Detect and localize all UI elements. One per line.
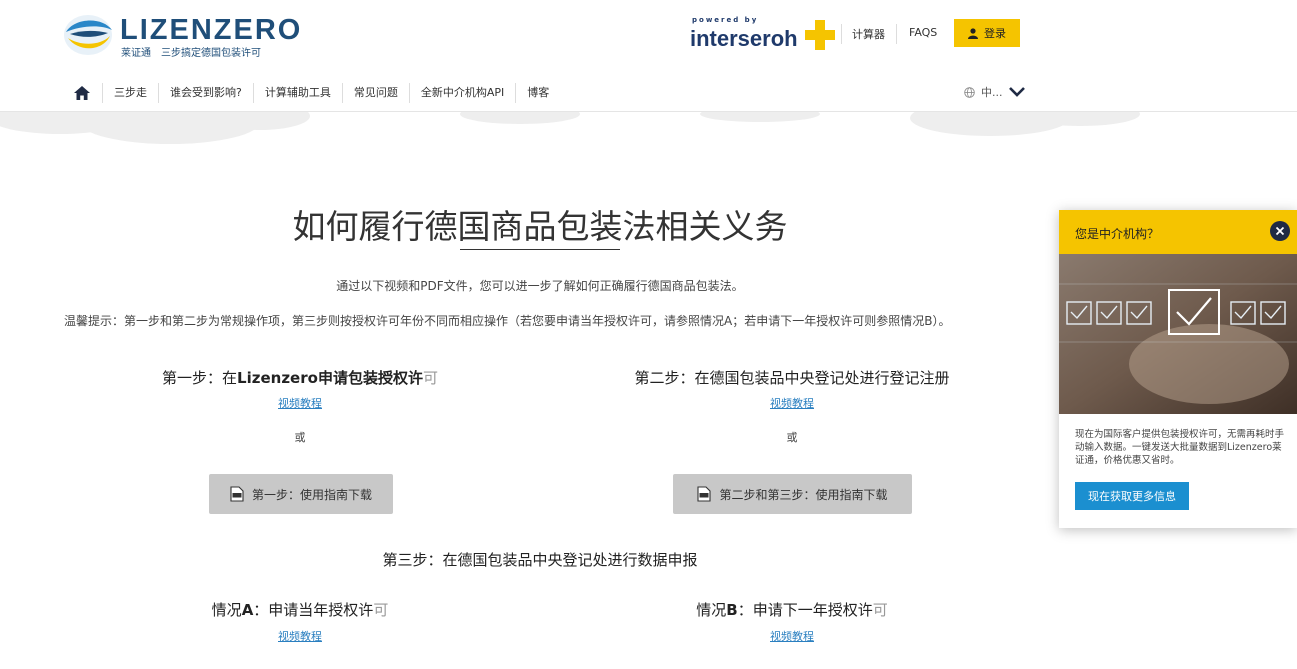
page-title: 如何履行德国商品包装法相关义务 [292, 207, 788, 246]
site-header: LIZENZERO 莱证通 三步搞定德国包装许可 powered by inte… [0, 0, 1297, 112]
step1-title-main: 申请包装授权许 [317, 369, 423, 387]
step1-download-label: 第一步：使用指南下载 [251, 487, 372, 502]
step3-title: 第三步：在德国包装品中央登记处进行数据申报 [382, 551, 698, 569]
checklist-tablet-image [1059, 254, 1297, 414]
case-a-tail: 可 [373, 601, 389, 619]
language-selector[interactable]: 中... [964, 84, 1025, 100]
plus-logo-icon [805, 20, 835, 50]
step2-or-text: 或 [786, 431, 798, 444]
globe-icon [964, 86, 975, 98]
main-nav: 三步走 谁会受到影响? 计算辅助工具 常见问题 全新中介机构API 博客 [62, 78, 560, 108]
powered-by-label: powered by [692, 16, 759, 24]
interseroh-logo[interactable]: powered by interseroh [690, 14, 840, 58]
case-a-video-link[interactable]: 视频教程 [250, 628, 350, 644]
user-icon [968, 27, 978, 39]
login-label: 登录 [984, 28, 1006, 40]
home-link[interactable] [62, 78, 102, 108]
step1-title: 第一步：在Lizenzero申请包装授权许可 [150, 367, 450, 388]
case-b-video-link[interactable]: 视频教程 [742, 628, 842, 644]
nav-item-broker-api[interactable]: 全新中介机构API [408, 83, 515, 103]
nav-item-calc-tools[interactable]: 计算辅助工具 [252, 83, 342, 103]
step2-video-link[interactable]: 视频教程 [742, 395, 842, 411]
step2-download-button[interactable]: 第二步和第三步：使用指南下载 [673, 474, 912, 514]
partner-name: interseroh [690, 26, 798, 51]
pdf-icon [230, 486, 244, 502]
step1-download-button[interactable]: 第一步：使用指南下载 [209, 474, 393, 514]
home-icon [74, 86, 90, 100]
case-a-prefix: 情况 [211, 601, 242, 619]
step2-title: 第二步：在德国包装品中央登记处进行登记注册 [634, 369, 950, 387]
step1-title-brand: Lizenzero [237, 369, 318, 387]
broker-popup: 您是中介机构？ 现在为国际客户提供包装授权许可，无需再耗时手动输入数据。一键发送… [1059, 210, 1297, 528]
case-a-main: ：申请当年授权许 [253, 601, 374, 619]
logo-mark-icon [64, 15, 112, 55]
faqs-link[interactable]: FAQS [909, 26, 937, 39]
case-a-title: 情况A：申请当年授权许可 [150, 599, 450, 620]
language-label: 中... [981, 86, 1003, 99]
logo-tagline: 莱证通 三步搞定德国包装许可 [121, 48, 261, 59]
nav-item-three-steps[interactable]: 三步走 [102, 83, 158, 103]
title-divider [460, 249, 620, 250]
lizenzero-logo[interactable]: LIZENZERO 莱证通 三步搞定德国包装许可 [62, 12, 300, 60]
pdf-icon [697, 486, 712, 502]
case-b-title: 情况B：申请下一年授权许可 [642, 599, 942, 620]
chevron-down-icon [1008, 87, 1025, 97]
popup-title: 您是中介机构？ [1075, 227, 1160, 241]
close-icon [1275, 226, 1285, 236]
tip-text: 温馨提示：第一步和第二步为常规操作项，第三步则按授权许可年份不同而相应操作（若您… [64, 314, 951, 328]
nav-item-who-affected[interactable]: 谁会受到影响? [158, 83, 253, 103]
get-more-info-button[interactable]: 现在获取更多信息 [1075, 482, 1189, 510]
top-divider [841, 24, 842, 44]
popup-text: 现在为国际客户提供包装授权许可，无需再耗时手动输入数据。一键发送大批量数据到Li… [1075, 429, 1285, 466]
logo-name: LIZENZERO [120, 14, 303, 46]
popup-header: 您是中介机构？ [1059, 210, 1297, 254]
step1-title-prefix: 第一步：在 [162, 369, 238, 387]
case-b-prefix: 情况 [696, 601, 727, 619]
calculator-link[interactable]: 计算器 [852, 26, 885, 42]
case-b-letter: B [726, 601, 738, 619]
case-b-main: ：申请下一年授权许 [737, 601, 873, 619]
step2-download-label: 第二步和第三步：使用指南下载 [719, 487, 888, 502]
intro-text: 通过以下视频和PDF文件，您可以进一步了解如何正确履行德国商品包装法。 [336, 279, 744, 293]
step1-video-link[interactable]: 视频教程 [250, 395, 350, 411]
step1-title-tail: 可 [422, 369, 438, 387]
nav-item-blog[interactable]: 博客 [515, 83, 560, 103]
cloud-decoration [0, 112, 1140, 144]
top-divider [896, 24, 897, 44]
case-b-tail: 可 [872, 601, 888, 619]
step1-or-text: 或 [294, 431, 306, 444]
nav-item-faq[interactable]: 常见问题 [341, 83, 409, 103]
login-button[interactable]: 登录 [954, 19, 1020, 47]
case-a-letter: A [241, 601, 254, 619]
popup-close-button[interactable] [1270, 221, 1290, 241]
